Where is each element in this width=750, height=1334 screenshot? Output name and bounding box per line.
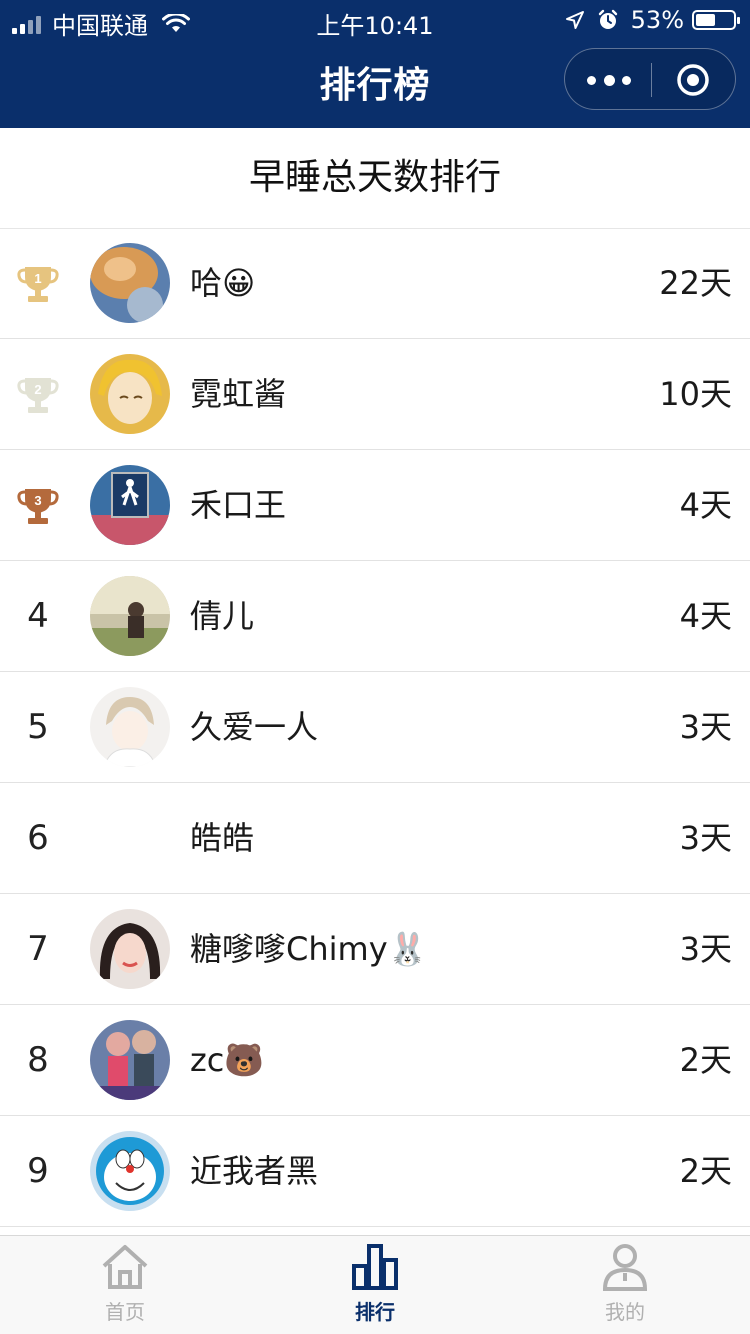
capsule-divider xyxy=(651,63,652,97)
ranking-row[interactable]: 7 糖嗲嗲Chimy🐰 3天 xyxy=(0,894,750,1005)
days-count: 3天 xyxy=(679,930,732,968)
avatar xyxy=(90,243,170,323)
more-dots-icon[interactable] xyxy=(587,71,631,89)
user-name: 近我者黑 xyxy=(190,1152,319,1190)
days-count: 4天 xyxy=(679,486,732,524)
target-circle-icon[interactable] xyxy=(676,63,710,97)
avatar xyxy=(90,909,170,989)
user-name: 霓虹酱 xyxy=(190,375,287,413)
avatar xyxy=(90,576,170,656)
rank-number-label: 4 xyxy=(27,596,49,636)
ranking-list: 1 哈😀 22天 2 霓虹酱 10天 3 禾口王 4天 4 倩儿 4天 5 久爱一人 3天 6 皓皓 3… xyxy=(0,228,750,1227)
user-icon xyxy=(602,1244,648,1291)
rank-number-label: 8 xyxy=(27,1040,49,1080)
battery-icon xyxy=(692,10,740,30)
days-count: 3天 xyxy=(679,708,732,746)
page-title: 早睡总天数排行 xyxy=(0,128,750,229)
ranking-row[interactable]: 1 哈😀 22天 xyxy=(0,228,750,339)
rank-number-label: 9 xyxy=(27,1151,49,1191)
mini-program-capsule xyxy=(564,48,736,110)
location-arrow-icon xyxy=(565,11,584,29)
avatar xyxy=(90,798,170,878)
signal-icon xyxy=(12,14,44,34)
wifi-icon xyxy=(162,13,190,32)
svg-text:1: 1 xyxy=(34,271,41,286)
status-left: 中国联通 xyxy=(12,6,190,41)
user-name: zc🐻 xyxy=(190,1041,265,1079)
status-right: 53% xyxy=(565,6,740,34)
svg-text:3: 3 xyxy=(34,493,41,508)
rank-number: 5 xyxy=(16,705,60,749)
avatar xyxy=(90,1131,170,1211)
tab-label: 首页 xyxy=(105,1300,145,1324)
alarm-clock-icon xyxy=(598,9,617,29)
trophy-gold-icon: 1 xyxy=(16,261,60,305)
days-count: 2天 xyxy=(679,1152,732,1190)
rank-number: 9 xyxy=(16,1149,60,1193)
rank-number-label: 5 xyxy=(27,707,49,747)
header-bar: 中国联通 上午10:41 53% 排行榜 xyxy=(0,0,750,128)
avatar xyxy=(90,354,170,434)
user-name: 皓皓 xyxy=(190,819,255,857)
avatar xyxy=(90,1020,170,1100)
days-count: 10天 xyxy=(659,375,732,413)
tab-home[interactable]: 首页 xyxy=(0,1236,250,1334)
avatar xyxy=(90,465,170,545)
days-count: 3天 xyxy=(679,819,732,857)
bar-chart-icon xyxy=(352,1244,398,1290)
user-name: 禾口王 xyxy=(190,486,287,524)
battery-percent: 53% xyxy=(630,6,684,34)
avatar xyxy=(90,687,170,767)
user-name: 糖嗲嗲Chimy🐰 xyxy=(190,930,428,968)
tab-label: 我的 xyxy=(605,1300,645,1324)
svg-text:2: 2 xyxy=(34,382,41,397)
tab-bar-chart[interactable]: 排行 xyxy=(250,1236,500,1334)
ranking-row[interactable]: 3 禾口王 4天 xyxy=(0,450,750,561)
days-count: 22天 xyxy=(659,264,732,302)
rank-number: 7 xyxy=(16,927,60,971)
ranking-row[interactable]: 4 倩儿 4天 xyxy=(0,561,750,672)
rank-number-label: 7 xyxy=(27,929,49,969)
trophy-bronze-icon: 3 xyxy=(16,483,60,527)
ranking-row[interactable]: 5 久爱一人 3天 xyxy=(0,672,750,783)
home-icon xyxy=(102,1245,148,1289)
trophy-icon: 2 xyxy=(17,378,59,413)
trophy-icon: 1 xyxy=(17,267,59,302)
rank-number: 4 xyxy=(16,594,60,638)
tab-bar: 首页 排行 我的 xyxy=(0,1235,750,1334)
trophy-silver-icon: 2 xyxy=(16,372,60,416)
tab-user[interactable]: 我的 xyxy=(500,1236,750,1334)
battery-fill xyxy=(696,14,715,26)
ranking-row[interactable]: 6 皓皓 3天 xyxy=(0,783,750,894)
tab-label: 排行 xyxy=(355,1300,395,1324)
ranking-row[interactable]: 9 近我者黑 2天 xyxy=(0,1116,750,1227)
rank-number-label: 6 xyxy=(27,818,49,858)
rank-number: 6 xyxy=(16,816,60,860)
user-name: 久爱一人 xyxy=(190,708,319,746)
status-bar: 中国联通 上午10:41 53% xyxy=(0,0,750,40)
trophy-icon: 3 xyxy=(17,489,59,524)
days-count: 4天 xyxy=(679,597,732,635)
days-count: 2天 xyxy=(679,1041,732,1079)
ranking-row[interactable]: 2 霓虹酱 10天 xyxy=(0,339,750,450)
user-name: 倩儿 xyxy=(190,597,255,635)
carrier-label: 中国联通 xyxy=(52,12,148,40)
rank-number: 8 xyxy=(16,1038,60,1082)
user-name: 哈😀 xyxy=(190,264,256,302)
ranking-row[interactable]: 8 zc🐻 2天 xyxy=(0,1005,750,1116)
